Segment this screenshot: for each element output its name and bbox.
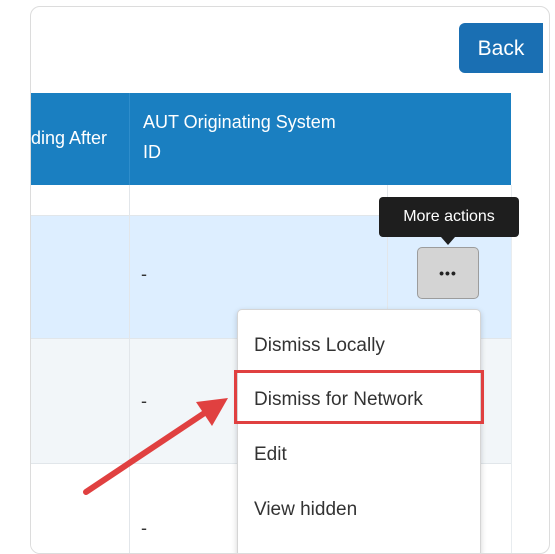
menu-item-edit[interactable]: Edit xyxy=(254,441,287,469)
cell-originating-system-id: - xyxy=(141,391,147,411)
back-button[interactable]: Back xyxy=(459,23,543,73)
more-actions-button[interactable]: ••• xyxy=(417,247,479,299)
cell-originating-system-id: - xyxy=(141,518,147,538)
column-divider xyxy=(129,185,130,553)
more-actions-tooltip: More actions xyxy=(379,197,519,237)
column-header-aut-originating-system-id[interactable]: AUT Originating System ID xyxy=(143,107,343,167)
menu-item-view-hidden[interactable]: View hidden xyxy=(254,496,357,524)
table-right-edge xyxy=(511,185,512,553)
menu-item-dismiss-for-network[interactable]: Dismiss for Network xyxy=(254,386,423,414)
column-header-ending-after[interactable]: ding After xyxy=(31,123,107,153)
page-panel: Back ding After AUT Originating System I… xyxy=(30,6,550,554)
ellipsis-icon: ••• xyxy=(439,265,457,281)
cell-originating-system-id: - xyxy=(141,264,147,284)
tooltip-pointer xyxy=(441,237,455,245)
column-divider xyxy=(129,93,130,185)
table-header: ding After AUT Originating System ID xyxy=(31,93,511,185)
menu-item-dismiss-locally[interactable]: Dismiss Locally xyxy=(254,332,385,360)
more-actions-menu: Dismiss Locally Dismiss for Network Edit… xyxy=(237,309,481,553)
